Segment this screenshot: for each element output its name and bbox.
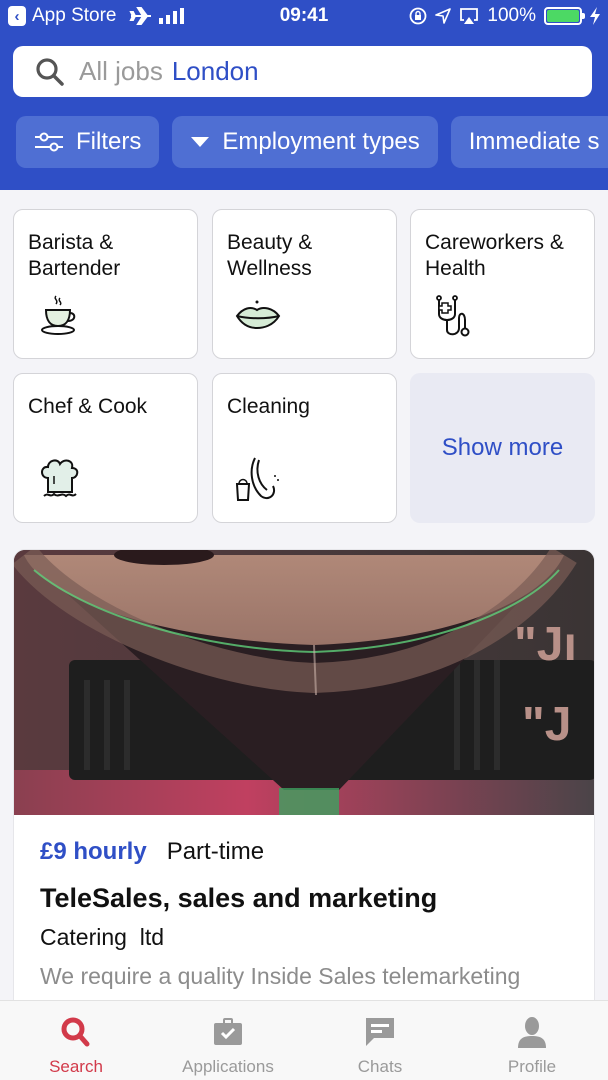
job-card[interactable]: "Jı "J £9 hourly Part-time TeleSales, sa…	[13, 549, 595, 1019]
tab-label: Profile	[507, 1057, 557, 1076]
battery-percent: 100%	[487, 5, 536, 26]
job-rate: £9 hourly	[40, 838, 147, 865]
sliders-icon	[34, 131, 64, 153]
search-placeholder: All jobs	[79, 56, 163, 86]
caret-down-icon	[190, 135, 210, 149]
search-icon	[36, 57, 64, 86]
person-icon	[515, 1016, 549, 1048]
briefcase-check-icon	[211, 1016, 245, 1048]
show-more-button[interactable]: Show more	[410, 373, 595, 523]
employment-types-button[interactable]: Employment types	[172, 116, 438, 168]
search-icon	[59, 1016, 93, 1048]
category-label: Chef & Cook	[28, 395, 148, 418]
svg-text:"J: "J	[522, 698, 571, 751]
immediate-start-label: Immediate s	[468, 128, 600, 155]
job-image: "Jı "J	[14, 550, 594, 815]
job-company: Catering ltd	[40, 924, 165, 950]
chat-bubble-icon	[363, 1016, 397, 1048]
tab-search[interactable]: Search	[0, 1001, 152, 1080]
chef-hat-icon	[41, 459, 79, 498]
category-beauty-wellness[interactable]: Beauty & Wellness	[212, 209, 397, 359]
stethoscope-icon	[436, 295, 470, 337]
location-arrow-icon	[435, 8, 452, 24]
header: ‹ App Store 09:41 100% All jobs London F…	[0, 0, 608, 190]
filter-chips: Filters Employment types Immediate s	[16, 116, 608, 168]
search-input[interactable]: All jobs London	[13, 46, 592, 97]
category-barista-bartender[interactable]: Barista & Bartender	[13, 209, 198, 359]
category-chef-cook[interactable]: Chef & Cook	[13, 373, 198, 523]
tab-bar: Search Applications Chats Profile	[0, 1000, 608, 1080]
category-label: Cleaning	[227, 395, 310, 418]
coffee-cup-icon	[41, 295, 76, 335]
battery-level	[547, 10, 579, 22]
filters-label: Filters	[76, 128, 142, 155]
tab-profile[interactable]: Profile	[456, 1001, 608, 1080]
category-cleaning[interactable]: Cleaning	[212, 373, 397, 523]
tab-chats[interactable]: Chats	[304, 1001, 456, 1080]
charging-bolt-icon	[590, 7, 600, 25]
search-location[interactable]: London	[172, 56, 259, 87]
show-more-label: Show more	[441, 434, 564, 461]
espresso-martini-photo: "Jı "J	[14, 550, 594, 815]
category-label: Beauty & Wellness	[227, 231, 313, 280]
tab-label: Applications	[182, 1057, 274, 1076]
category-label: Barista & Bartender	[28, 231, 121, 280]
tab-applications[interactable]: Applications	[152, 1001, 304, 1080]
lips-icon	[235, 300, 281, 330]
immediate-start-button[interactable]: Immediate s	[450, 116, 608, 168]
job-description: We require a quality Inside Sales telema…	[40, 963, 521, 989]
category-label: Careworkers & Health	[425, 231, 564, 280]
category-careworkers-health[interactable]: Careworkers & Health	[410, 209, 595, 359]
filters-button[interactable]: Filters	[16, 116, 160, 168]
status-bar: ‹ App Store 09:41 100%	[0, 0, 608, 34]
job-title[interactable]: TeleSales, sales and marketing	[40, 883, 580, 914]
job-employment-type: Part-time	[166, 838, 265, 865]
rotation-lock-icon	[409, 7, 427, 25]
employment-types-label: Employment types	[222, 128, 420, 155]
tab-label: Chats	[357, 1057, 403, 1076]
tab-label: Search	[49, 1057, 103, 1076]
battery-icon	[544, 7, 585, 25]
svg-text:"Jı: "Jı	[514, 618, 577, 671]
airplay-icon	[460, 8, 479, 24]
mop-bucket-icon	[235, 457, 279, 501]
